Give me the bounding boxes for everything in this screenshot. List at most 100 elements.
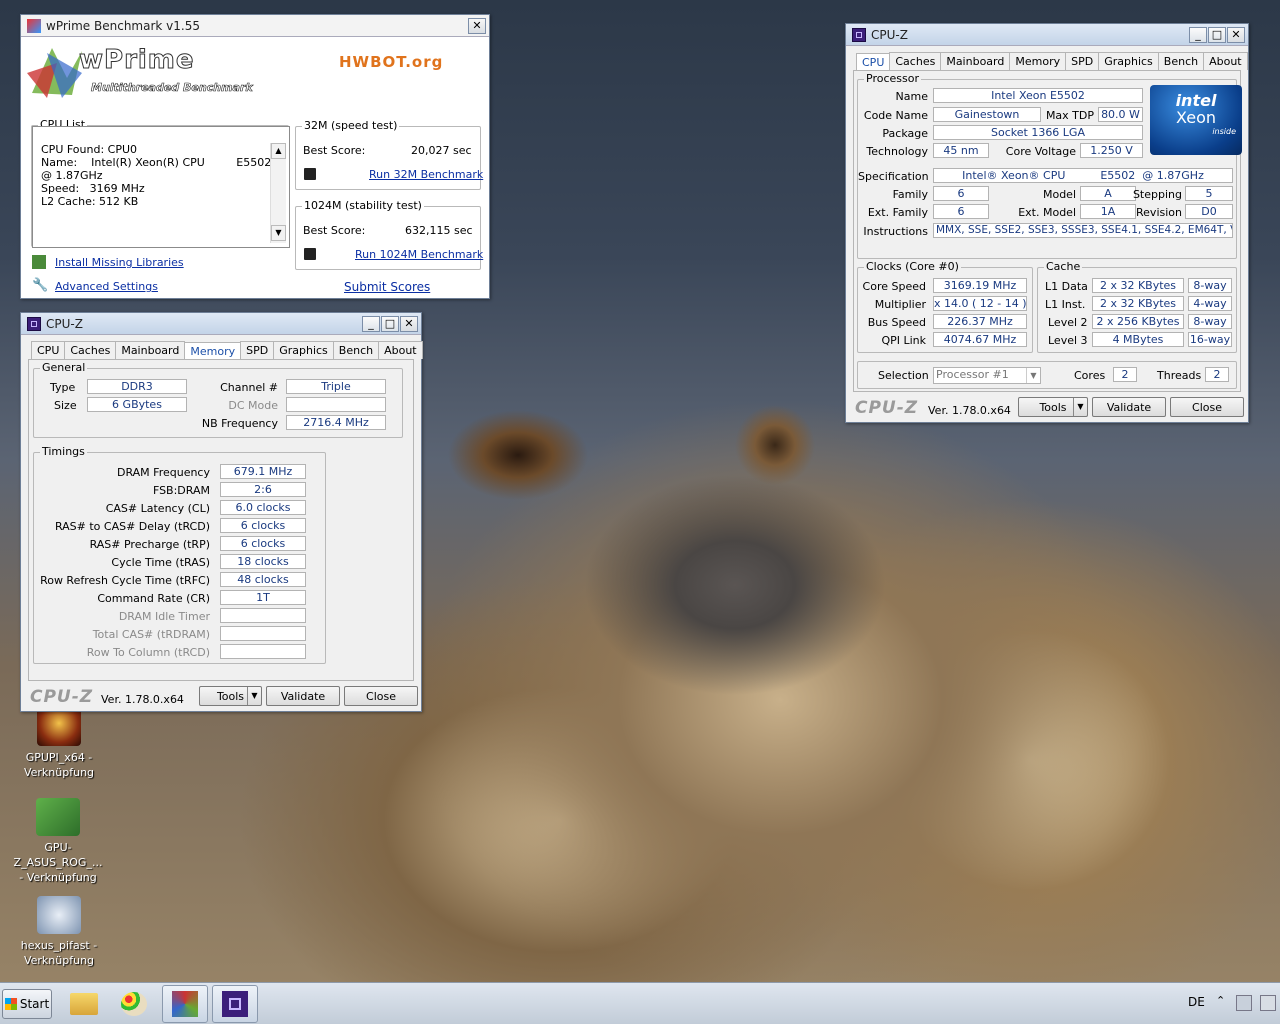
instructions-value: MMX, SSE, SSE2, SSE3, SSSE3, SSE4.1, SSE… xyxy=(933,223,1233,238)
close-window-button[interactable]: Close xyxy=(344,686,418,706)
tab-about[interactable]: About xyxy=(1203,52,1248,70)
l1i-label: L1 Inst. xyxy=(1045,298,1086,311)
safely-remove-icon[interactable] xyxy=(1236,995,1252,1011)
maximize-button[interactable]: □ xyxy=(1208,26,1226,43)
submit-scores-link[interactable]: Submit Scores xyxy=(344,280,430,294)
timing-value: 1T xyxy=(220,590,306,605)
tab-bench[interactable]: Bench xyxy=(1157,52,1205,70)
libraries-icon xyxy=(32,255,46,269)
qpi-value: 4074.67 MHz xyxy=(933,332,1027,347)
close-button[interactable]: ✕ xyxy=(1227,26,1245,43)
selection-dropdown[interactable]: Processor #1 ▼ xyxy=(933,367,1041,384)
l2-label: Level 2 xyxy=(1048,316,1088,329)
advanced-settings-link[interactable]: Advanced Settings xyxy=(55,280,158,293)
run-1024m-button[interactable]: Run 1024M Benchmark xyxy=(355,248,483,261)
explorer-taskbar-button[interactable] xyxy=(64,987,104,1021)
tab-panel: Processor Name Intel Xeon E5502 Code Nam… xyxy=(853,70,1242,392)
minimize-button[interactable]: _ xyxy=(362,315,380,332)
tab-mainboard[interactable]: Mainboard xyxy=(115,341,186,359)
tab-memory[interactable]: Memory xyxy=(1009,52,1067,70)
pifast-icon xyxy=(37,896,81,934)
tab-spd[interactable]: SPD xyxy=(1065,52,1100,70)
timing-value xyxy=(220,608,306,623)
cpu-list-line: CPU Found: CPU0 xyxy=(41,143,138,156)
tab-caches[interactable]: Caches xyxy=(64,341,117,359)
close-window-button[interactable]: Close xyxy=(1170,397,1244,417)
desktop-icon-gpupi[interactable]: GPUPI_x64 - Verknüpfung xyxy=(14,708,104,780)
tab-about[interactable]: About xyxy=(378,341,423,359)
maximize-button[interactable]: □ xyxy=(381,315,399,332)
tab-spd[interactable]: SPD xyxy=(240,341,275,359)
timing-label: Row Refresh Cycle Time (tRFC) xyxy=(40,574,210,587)
paint-taskbar-button[interactable] xyxy=(114,987,154,1021)
close-button[interactable]: ✕ xyxy=(400,315,418,332)
minimize-icon: _ xyxy=(368,317,374,330)
timing-label: FSB:DRAM xyxy=(152,484,210,497)
cpuz-memory-titlebar[interactable]: CPU-Z _ □ ✕ xyxy=(21,313,421,335)
cores-label: Cores xyxy=(1074,369,1106,382)
test32-group: 32M (speed test) Best Score: 20,027 sec … xyxy=(295,119,483,190)
timing-value: 679.1 MHz xyxy=(220,464,306,479)
cpuz-cpu-titlebar[interactable]: CPU-Z _ □ ✕ xyxy=(846,24,1248,46)
group-label: Timings xyxy=(40,445,87,458)
tab-cpu[interactable]: CPU xyxy=(31,341,66,359)
timing-label: Row To Column (tRCD) xyxy=(86,646,210,659)
group-label: Processor xyxy=(864,72,921,85)
tab-graphics[interactable]: Graphics xyxy=(1098,52,1159,70)
scroll-down-icon[interactable]: ▼ xyxy=(271,225,286,241)
validate-button[interactable]: Validate xyxy=(266,686,340,706)
chevron-up-icon[interactable]: ⌃ xyxy=(1216,994,1225,1007)
start-button[interactable]: Start xyxy=(2,989,52,1019)
install-libraries-link[interactable]: Install Missing Libraries xyxy=(55,256,184,269)
tab-caches[interactable]: Caches xyxy=(889,52,942,70)
l3-label: Level 3 xyxy=(1048,334,1088,347)
name-label: Name xyxy=(895,90,928,103)
desktop-icon-pifast[interactable]: hexus_pifast - Verknüpfung xyxy=(14,896,104,968)
tab-graphics[interactable]: Graphics xyxy=(273,341,334,359)
cpuz-taskbar-button[interactable] xyxy=(212,985,258,1023)
run-32m-button[interactable]: Run 32M Benchmark xyxy=(369,168,483,181)
dropdown-icon[interactable]: ▼ xyxy=(247,687,261,705)
desktop-icon-label: - Verknüpfung xyxy=(19,871,97,884)
selection-group: Selection Processor #1 ▼ Cores 2 Threads… xyxy=(857,361,1237,389)
close-icon: ✕ xyxy=(472,19,482,32)
timing-value: 6 clocks xyxy=(220,536,306,551)
timing-label: Total CAS# (tRDRAM) xyxy=(92,628,210,641)
cpu-list-group: CPU List CPU Found: CPU0 Name: Intel(R) … xyxy=(31,118,290,248)
folder-icon xyxy=(70,993,98,1015)
paint-icon xyxy=(121,992,147,1016)
tools-button[interactable]: Tools ▼ xyxy=(199,686,262,706)
timing-value: 48 clocks xyxy=(220,572,306,587)
dropdown-icon[interactable]: ▼ xyxy=(1073,398,1087,416)
selection-value: Processor #1 xyxy=(936,368,1009,381)
minimize-button[interactable]: _ xyxy=(1189,26,1207,43)
tab-cpu[interactable]: CPU xyxy=(856,53,891,71)
language-indicator[interactable]: DE xyxy=(1188,995,1205,1009)
maxtdp-value: 80.0 W xyxy=(1098,107,1143,122)
size-value: 6 GBytes xyxy=(87,397,187,412)
desktop-icon-gpuz[interactable]: GPU-Z_ASUS_ROG_... - Verknüpfung xyxy=(0,798,116,885)
validate-button[interactable]: Validate xyxy=(1092,397,1166,417)
tab-bench[interactable]: Bench xyxy=(332,341,380,359)
tab-bar: CPU Caches Mainboard Memory SPD Graphics… xyxy=(31,341,423,360)
tools-button[interactable]: Tools ▼ xyxy=(1018,397,1088,417)
wprime-taskbar-button[interactable] xyxy=(162,985,208,1023)
tab-memory[interactable]: Memory xyxy=(184,342,242,360)
timing-label: DRAM Frequency xyxy=(116,466,210,479)
chevron-down-icon[interactable]: ▼ xyxy=(1026,368,1040,383)
package-label: Package xyxy=(882,127,928,140)
cpu-list-scrollbar[interactable]: ▲ ▼ xyxy=(270,143,286,243)
scroll-up-icon[interactable]: ▲ xyxy=(271,143,286,159)
action-center-icon[interactable] xyxy=(1260,995,1276,1011)
tab-mainboard[interactable]: Mainboard xyxy=(940,52,1011,70)
timing-value xyxy=(220,644,306,659)
test1024-group: 1024M (stability test) Best Score: 632,1… xyxy=(295,199,483,270)
tab-panel: General Type DDR3 Size 6 GBytes Channel … xyxy=(28,359,414,681)
type-value: DDR3 xyxy=(87,379,187,394)
close-button[interactable]: ✕ xyxy=(468,17,486,34)
nbfreq-value: 2716.4 MHz xyxy=(286,415,386,430)
cores-value: 2 xyxy=(1113,367,1137,382)
wprime-titlebar[interactable]: wPrime Benchmark v1.55 ✕ xyxy=(21,15,489,37)
group-label: General xyxy=(40,361,88,374)
cpuz-cpu-window: CPU-Z _ □ ✕ CPU Caches Mainboard Memory … xyxy=(845,23,1249,423)
